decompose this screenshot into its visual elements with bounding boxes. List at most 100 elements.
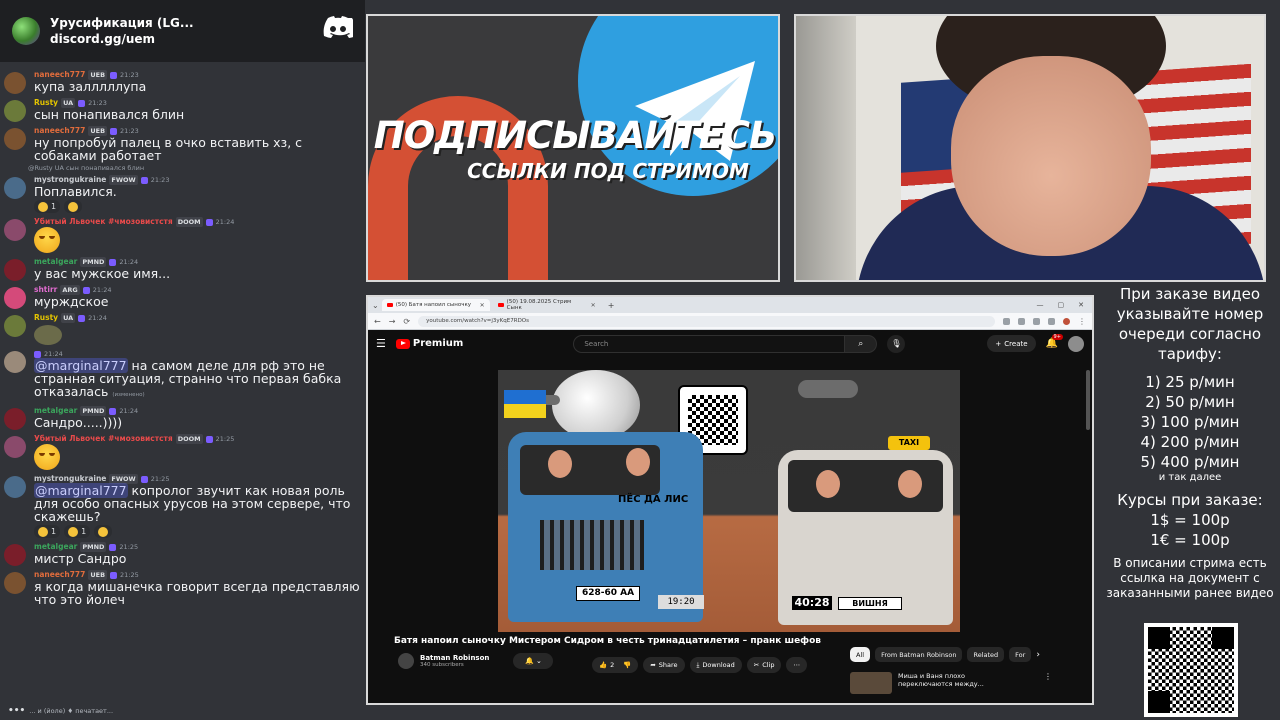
avatar[interactable] [4,128,26,150]
minimize-icon[interactable]: — [1037,301,1044,309]
avatar[interactable] [4,72,26,94]
avatar[interactable] [4,177,26,199]
usd-rate: 1$ = 100р [1150,511,1230,529]
qr-code [1144,623,1238,717]
timestamp: 21:25 [215,435,235,443]
profile-icon[interactable] [1063,317,1070,325]
extension-icon[interactable] [1033,317,1040,325]
chat-message[interactable]: naneech777 UEB 21:25 я когда мишанечка гово… [0,568,365,608]
chat-message[interactable]: metalgear PMND 21:25 мистр Сандро [0,540,365,568]
chat-message[interactable]: Убитый Львочек #чмозовистстя DOOM 21:24 [0,215,365,255]
chat-message[interactable]: naneech777 UEB 21:23 ну попробуй палец в оч… [0,124,365,164]
avatar[interactable] [4,100,26,122]
subscription-bell-button[interactable]: 🔔 ⌄ [513,653,554,669]
avatar[interactable] [4,436,26,458]
download-button[interactable]: ⤓ Download [689,657,742,673]
reaction-button[interactable]: 1 [64,525,91,538]
share-button[interactable]: ➦ Share [643,657,685,673]
message-body: shtirr ARG 21:24 мурждское [34,285,361,309]
search-input[interactable]: Search [573,334,846,353]
tariff-item: 2) 50 р/мин [1145,393,1235,411]
message-body: Rusty UA 21:23 сын понапивался блин [34,98,361,122]
reaction-count: 1 [51,202,57,211]
create-button[interactable]: + Create [987,335,1036,352]
username[interactable]: Убитый Львочек #чмозовистстя [34,434,173,444]
chat-message[interactable]: @Rusty UA сын понапивался блин mystronguk… [0,164,365,215]
like-button[interactable]: 👍 2 👎 [592,657,639,673]
more-vert-icon[interactable]: ⋮ [1044,672,1052,694]
server-invite[interactable]: discord.gg/uem [50,31,194,47]
close-icon[interactable]: ✕ [591,302,596,309]
role-badge-icon [205,435,213,443]
microphone-icon[interactable]: 🎙 [887,334,906,353]
reaction-button[interactable]: 1 [34,525,61,538]
message-body: 21:24 @marginal777 на самом деле для рф э… [34,349,361,402]
tab-stream[interactable]: (50) 19.08.2025 Стрим Сынк ✕ [493,299,601,311]
order-heading: При заказе видео указывайте номер очеред… [1116,285,1264,363]
chat-message[interactable]: metalgear PMND 21:24 у вас мужское имя... [0,255,365,283]
scrollbar[interactable] [1086,370,1090,430]
reaction-button[interactable] [94,525,113,538]
avatar[interactable] [4,219,26,241]
clip-button[interactable]: ✂ Clip [746,657,782,673]
server-icon[interactable] [12,17,40,45]
extension-icon[interactable] [1003,317,1010,325]
chip-from-channel[interactable]: From Batman Robinson [875,647,963,662]
reply-preview[interactable]: @Rusty UA сын понапивался блин [28,164,365,173]
extension-icon[interactable] [1018,317,1025,325]
video-player[interactable]: ПЁС ДА ЛИС 628-60 AA 19:20 TAXI 40:28 ВИ… [498,370,960,632]
chat-message[interactable]: shtirr ARG 21:24 мурждское [0,283,365,311]
video-actions: 👍 2 👎 ➦ Share ⤓ Download ✂ Clip ⋯ [592,657,807,673]
chat-message[interactable]: mystrongukraine FWOW 21:25 @marginal777 коп… [0,472,365,540]
thumbs-down-icon[interactable]: 👎 [623,661,631,669]
message-content: мурждское [34,294,109,309]
close-icon[interactable]: ✕ [480,302,485,309]
extension-icon[interactable] [1048,317,1055,325]
url-field[interactable]: youtube.com/watch?v=j3yKqE7RDOs [418,315,995,327]
forward-icon[interactable]: → [389,317,396,326]
reaction-button[interactable]: 1 [34,200,61,213]
avatar[interactable] [4,287,26,309]
avatar[interactable] [4,408,26,430]
youtube-logo[interactable]: Premium [395,338,463,349]
avatar[interactable] [4,476,26,498]
tab-list-icon[interactable]: ⌄ [372,301,379,310]
menu-dots-icon[interactable]: ⋮ [1078,317,1086,326]
close-window-icon[interactable]: ✕ [1078,301,1084,309]
search-icon[interactable]: ⌕ [845,334,878,353]
chat-message[interactable]: metalgear PMND 21:24 Сандро.....)))) [0,404,365,432]
more-actions-button[interactable]: ⋯ [786,657,807,673]
channel-avatar[interactable] [398,653,414,669]
menu-icon[interactable]: ☰ [376,337,386,350]
maximize-icon[interactable]: ▢ [1058,301,1065,309]
chip-related[interactable]: Related [967,647,1005,662]
back-icon[interactable]: ← [374,317,381,326]
tab-video[interactable]: (50) Батя напоил сыночку ✕ [381,299,490,311]
username[interactable]: Rusty [34,313,58,323]
chip-for-you[interactable]: For [1009,647,1032,662]
avatar[interactable] [4,259,26,281]
channel-name[interactable]: Batman Robinson [420,654,489,662]
reaction-button[interactable] [64,200,83,213]
avatar[interactable] [4,544,26,566]
recommended-video[interactable]: Миша и Ваня плохо переключаются между...… [850,672,1052,694]
notifications-icon[interactable]: 🔔 9+ [1046,334,1063,349]
chat-message[interactable]: Rusty UA 21:23 сын понапивался блин [0,96,365,124]
chip-all[interactable]: All [850,647,871,662]
avatar[interactable] [4,572,26,594]
recommended-title[interactable]: Миша и Ваня плохо переключаются между... [898,672,1038,694]
chat-message[interactable]: Rusty UA 21:24 [0,311,365,347]
chat-message[interactable]: naneech777 UEB 21:23 купа залллллупа [0,68,365,96]
avatar[interactable] [4,351,26,373]
username[interactable]: Убитый Львочек #чмозовистстя [34,217,173,227]
avatar[interactable] [4,315,26,337]
new-tab-icon[interactable]: + [604,301,619,310]
chevron-right-icon[interactable]: › [1036,650,1040,660]
avatar[interactable] [1068,335,1084,352]
chat-message[interactable]: Убитый Львочек #чмозовистстя DOOM 21:25 [0,432,365,472]
reload-icon[interactable]: ⟳ [403,317,410,326]
tariff-item: 3) 100 р/мин [1140,413,1240,431]
chat-message[interactable]: 21:24 @marginal777 на самом деле для рф э… [0,347,365,404]
discord-logo-icon [323,16,353,38]
recommended-thumbnail[interactable] [850,672,892,694]
